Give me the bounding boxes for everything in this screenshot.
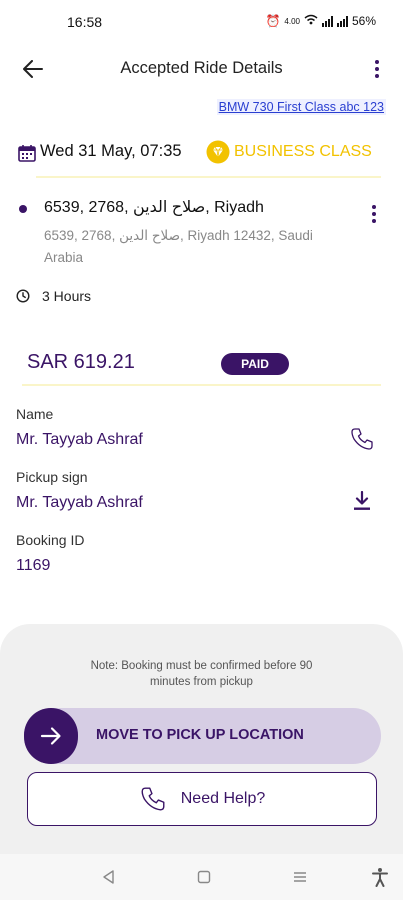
nav-recents-button[interactable] (288, 866, 312, 888)
alarm-icon: ⏰ (265, 14, 281, 28)
calendar-icon (18, 144, 36, 167)
page-title: Accepted Ride Details (120, 59, 283, 77)
pickup-sign-label: Pickup sign (16, 469, 88, 485)
wifi-icon (304, 14, 318, 28)
status-bar: 16:58 ⏰ 4.00 56% (0, 0, 403, 44)
diamond-icon (206, 140, 230, 164)
address-options-button[interactable] (368, 205, 380, 225)
ride-duration: 3 Hours (16, 286, 91, 306)
slider-handle[interactable] (24, 708, 78, 764)
pickup-address: 6539, 2768, صلاح الدين, Riyadh (44, 199, 264, 216)
vehicle-link[interactable]: BMW 730 First Class abc 123 (216, 99, 386, 115)
more-vertical-icon (375, 60, 379, 64)
pickup-dot-icon (19, 205, 27, 213)
triangle-back-icon (103, 870, 114, 884)
need-help-label: Need Help? (180, 790, 266, 807)
divider (36, 176, 381, 178)
divider (22, 384, 381, 386)
pickup-sign-value: Mr. Tayyab Ashraf (16, 494, 143, 511)
call-button[interactable] (349, 426, 375, 457)
name-label: Name (16, 406, 54, 422)
nav-home-button[interactable] (192, 866, 216, 888)
ride-class-badge: BUSINESS CLASS (206, 140, 372, 164)
phone-icon (141, 787, 165, 811)
download-icon (354, 490, 370, 510)
ride-class-label: BUSINESS CLASS (234, 143, 372, 160)
move-to-pickup-label: MOVE TO PICK UP LOCATION (96, 727, 304, 743)
clock-icon (16, 289, 30, 303)
need-help-button[interactable]: Need Help? (27, 772, 377, 826)
ride-date-row: Wed 31 May, 07:35 BUSINESS CLASS (16, 138, 386, 168)
payment-status-badge: PAID (221, 353, 289, 375)
nav-back-button[interactable] (96, 866, 120, 888)
status-time: 16:58 (67, 14, 103, 30)
square-home-icon (197, 870, 211, 884)
booking-note: Note: Booking must be confirmed before 9… (90, 660, 313, 688)
signal-icon-2 (336, 15, 348, 27)
pickup-location: 6539, 2768, صلاح الدين, Riyadh 6539, 276… (16, 193, 386, 273)
duration-text: 3 Hours (42, 288, 92, 304)
top-app-bar: Accepted Ride Details (0, 52, 403, 86)
status-icons: ⏰ 4.00 56% (265, 14, 376, 28)
more-options-button[interactable] (365, 56, 389, 82)
more-vertical-icon (372, 205, 376, 209)
move-to-pickup-slider[interactable]: MOVE TO PICK UP LOCATION (24, 708, 381, 764)
booking-id-label: Booking ID (16, 532, 85, 548)
data-speed: 4.00 (284, 16, 300, 26)
ride-price: SAR 619.21 (27, 351, 135, 373)
signal-icon (321, 15, 333, 27)
download-sign-button[interactable] (353, 490, 371, 516)
ride-date-time: Wed 31 May, 07:35 (40, 142, 182, 160)
system-navigation-bar (0, 854, 403, 900)
name-value: Mr. Tayyab Ashraf (16, 431, 143, 448)
pickup-address-full: 6539, 2768, صلاح الدين, Riyadh 12432, Sa… (44, 228, 313, 265)
menu-lines-icon (294, 872, 306, 882)
accessibility-button[interactable] (368, 866, 392, 888)
arrow-right-icon (40, 727, 61, 745)
booking-id-value: 1169 (16, 557, 51, 574)
phone-icon (351, 428, 373, 450)
accessibility-icon (372, 868, 388, 887)
battery-level: 56% (351, 14, 376, 28)
